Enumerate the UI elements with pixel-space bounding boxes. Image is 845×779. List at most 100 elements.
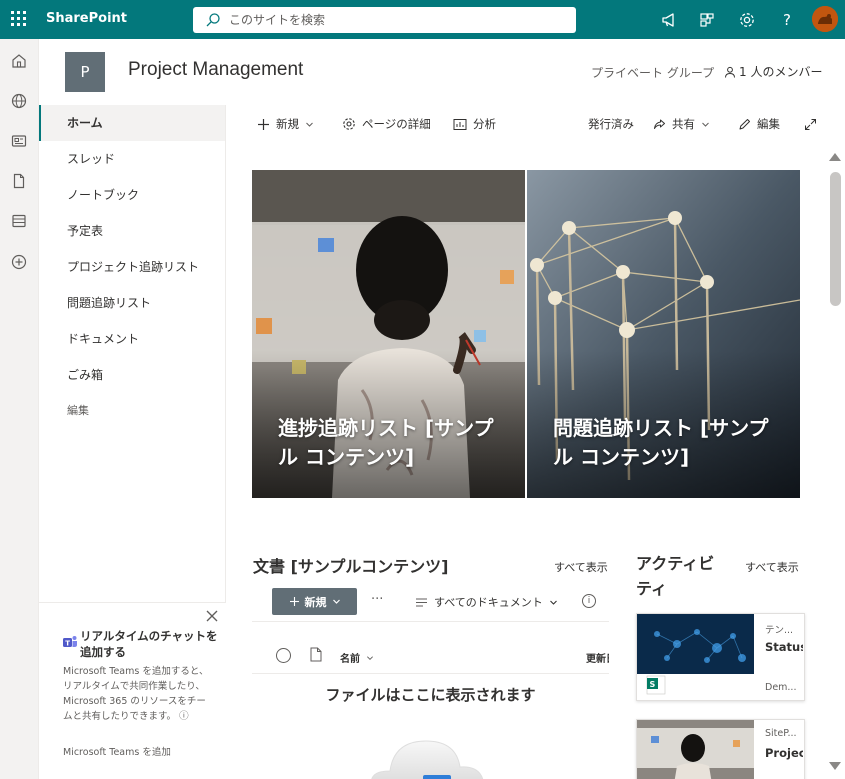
chevron-down-icon [306,122,313,127]
nav-item-threads[interactable]: スレッド [39,141,225,177]
chevron-down-icon [332,599,340,604]
scrollbar-thumb[interactable] [830,172,841,306]
avatar-image-icon [812,6,838,32]
empty-state-message: ファイルはここに表示されます [325,686,536,704]
nav-edit-link[interactable]: 編集 [39,393,225,429]
more-options-icon[interactable]: ··· [371,592,383,607]
nav-item-calendar[interactable]: 予定表 [39,213,225,249]
search-box[interactable] [193,7,576,33]
activity-card-meta: SiteP... [765,728,797,739]
view-selector[interactable]: すべてのドキュメント [415,594,558,610]
column-header-modified[interactable]: 更新日時 [586,650,609,665]
app-brand[interactable]: SharePoint [46,11,127,26]
activity-card[interactable]: SiteP... ProjectH... [636,719,805,779]
expand-icon [805,118,816,130]
column-header-name-label: 名前 [340,654,360,665]
activity-title: アクティビティ [636,554,715,598]
documents-see-all-link[interactable]: すべて表示 [554,559,608,575]
teams-card-title: リアルタイムのチャットを追加する [80,629,218,659]
home-icon[interactable] [10,52,28,70]
members-label: 1 人のメンバー [739,65,823,79]
info-icon[interactable]: i [582,594,596,608]
column-header-name[interactable]: 名前 [340,650,374,665]
expand-command[interactable] [804,116,817,132]
chevron-down-icon [367,656,374,660]
document-icon[interactable] [10,172,28,190]
list-view-icon [416,598,427,606]
activity-see-all-link[interactable]: すべて表示 [745,559,799,575]
hero-tile-progress-tracker[interactable]: 進捗追跡リスト [サンプル コンテンツ] [252,170,525,498]
edit-command[interactable]: 編集 [738,116,780,132]
app-rail [0,39,39,779]
list-icon[interactable] [10,212,28,230]
suite-bar: SharePoint ? [0,0,845,39]
help-icon[interactable]: ? [777,10,797,30]
activity-thumbnail-whiteboard [637,720,754,779]
nav-item-documents[interactable]: ドキュメント [39,321,225,357]
new-command[interactable]: 新規 [257,116,314,132]
privacy-label: プライベート グループ [591,66,715,80]
nav-item-issue-tracker[interactable]: 問題追跡リスト [39,285,225,321]
news-icon[interactable] [10,132,28,150]
empty-state-cloud-illustration [371,740,484,779]
gear-icon [343,118,355,130]
search-icon [206,13,220,27]
divider [252,673,609,674]
hero-caption-issue-tracker: 問題追跡リスト [サンプル コンテンツ] [553,416,769,469]
analytics-icon [453,118,467,130]
plus-icon [289,597,299,606]
activity-card-title: Status-... [765,640,803,654]
share-command[interactable]: 共有 [653,116,710,132]
add-teams-link[interactable]: Microsoft Teams を追加 [63,744,171,758]
analytics-command[interactable]: 分析 [453,116,496,132]
share-label: 共有 [672,117,695,131]
scroll-up-arrow-icon[interactable] [829,153,841,161]
teams-icon: T [63,636,77,648]
gear-icon[interactable] [737,10,757,30]
activity-card-author: Dem... [765,682,797,693]
megaphone-icon[interactable] [660,10,680,30]
published-label: 発行済み [588,117,634,131]
globe-icon[interactable] [10,92,28,110]
hero-tile-issue-tracker[interactable]: 問題追跡リスト [サンプル コンテンツ] [527,170,800,498]
documents-title[interactable]: 文書 [サンプルコンテンツ] [253,553,448,577]
svg-text:T: T [65,640,70,648]
scroll-down-arrow-icon[interactable] [829,762,841,770]
documents-new-label: 新規 [304,595,327,609]
plus-icon [258,118,269,130]
published-status: 発行済み [588,116,634,132]
documents-new-button[interactable]: 新規 [272,588,357,615]
analytics-label: 分析 [473,117,496,131]
close-icon[interactable] [205,609,219,623]
activity-card-meta: テン... [765,625,794,636]
new-command-label: 新規 [276,117,299,131]
share-network-icon[interactable] [697,10,717,30]
chevron-down-icon [702,122,709,127]
site-logo[interactable]: P [65,52,105,92]
person-icon [725,66,735,78]
divider [252,621,609,622]
file-type-icon[interactable] [310,647,322,662]
activity-card-title: ProjectH... [765,746,803,760]
nav-item-notebook[interactable]: ノートブック [39,177,225,213]
select-all-checkbox[interactable] [276,648,291,663]
hero-caption-progress-tracker: 進捗追跡リスト [サンプル コンテンツ] [278,416,494,469]
members-button[interactable]: 1 人のメンバー [724,63,822,80]
nav-item-recycle-bin[interactable]: ごみ箱 [39,357,225,393]
app-launcher-icon[interactable] [11,11,27,27]
info-icon[interactable]: ⓘ [179,711,189,722]
site-title[interactable]: Project Management [128,59,303,81]
nav-item-project-tracker[interactable]: プロジェクト追跡リスト [39,249,225,285]
share-icon [654,119,665,129]
teams-promo-card: T リアルタイムのチャットを追加する Microsoft Teams を追加する… [39,602,226,779]
activity-card[interactable]: S テン... Status-... Dem... [636,613,805,701]
pencil-icon [739,118,750,129]
add-icon[interactable] [10,253,28,271]
search-input[interactable] [229,10,559,30]
page-details-command[interactable]: ページの詳細 [342,116,431,132]
page-details-label: ページの詳細 [362,117,431,131]
teams-card-description: Microsoft Teams を追加すると、リアルタイムで共同作業したり、Mi… [63,664,213,724]
avatar[interactable] [812,6,838,32]
nav-item-home[interactable]: ホーム [39,105,225,141]
edit-label: 編集 [757,117,780,131]
